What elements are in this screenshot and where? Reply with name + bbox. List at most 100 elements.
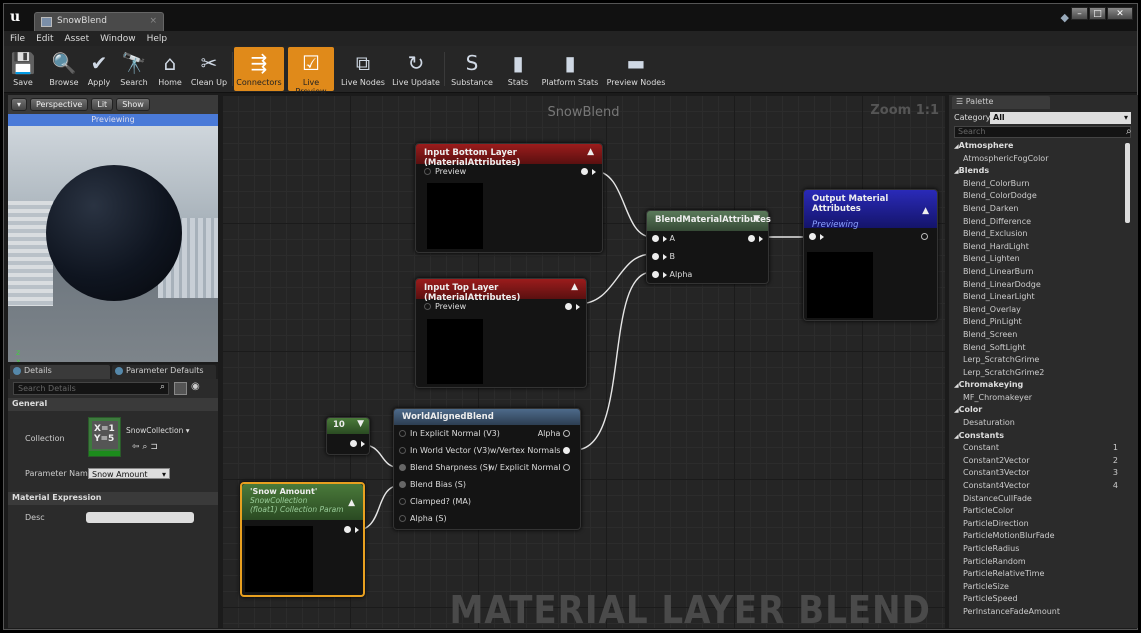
palette-item[interactable]: Blend_HardLight <box>954 241 1124 254</box>
source-control-icon[interactable]: ◆ <box>1061 11 1069 24</box>
output-pin[interactable] <box>748 234 763 243</box>
toolbar-connectors-button[interactable]: ⇶ Connectors <box>234 47 284 91</box>
toolbar-live-preview-button[interactable]: ☑ Live Preview <box>288 47 334 96</box>
desc-field[interactable] <box>86 512 194 523</box>
palette-item[interactable]: ParticleDirection <box>954 518 1124 531</box>
section-material-expression[interactable]: Material Expression <box>8 492 218 505</box>
palette-item[interactable]: Lerp_ScratchGrime2 <box>954 367 1124 380</box>
palette-item[interactable]: Blend_ColorDodge <box>954 190 1124 203</box>
perspective-button[interactable]: Perspective <box>30 98 89 111</box>
pin-in-explicit-normal[interactable]: In Explicit Normal (V3) <box>399 429 500 438</box>
palette-item[interactable]: Blend_Lighten <box>954 253 1124 266</box>
palette-item[interactable]: Blend_SoftLight <box>954 342 1124 355</box>
details-search-input[interactable]: Search Details <box>13 382 169 395</box>
palette-item[interactable]: PerInstanceFadeAmount <box>954 606 1124 619</box>
snow-amount-parameter-node[interactable]: 'Snow Amount' ▲ SnowCollection (float1) C… <box>240 482 365 597</box>
pin-blend-bias[interactable]: Blend Bias (S) <box>399 480 466 489</box>
unreal-logo-icon[interactable]: u <box>10 9 20 25</box>
palette-item[interactable]: Blend_Exclusion <box>954 228 1124 241</box>
toolbar-live-nodes-button[interactable]: ⧉ Live Nodes <box>340 47 386 91</box>
palette-category[interactable]: ◢Blends <box>954 165 1124 178</box>
input-top-layer-node[interactable]: Input Top Layer (MaterialAttributes) ▲ Pr… <box>415 278 587 388</box>
palette-category[interactable]: ◢Constants <box>954 430 1124 443</box>
palette-list[interactable]: ◢Atmosphere AtmosphericFogColor ◢Blends Ble… <box>954 140 1124 625</box>
collapse-arrow-icon[interactable]: ▲ <box>922 206 929 216</box>
section-general[interactable]: General <box>8 398 218 411</box>
palette-item[interactable]: Blend_Darken <box>954 203 1124 216</box>
collection-thumbnail[interactable]: X=1 Y=5 <box>88 417 121 457</box>
output-pin[interactable] <box>344 525 359 534</box>
world-aligned-blend-node[interactable]: WorldAlignedBlend In Explicit Normal (V3… <box>393 408 581 530</box>
blend-material-attributes-node[interactable]: BlendMaterialAttributes ▼ A B Alpha <box>646 210 771 284</box>
palette-item[interactable]: Blend_LinearLight <box>954 291 1124 304</box>
tab-palette[interactable]: ☰ Palette <box>952 96 1050 109</box>
palette-item[interactable]: Blend_LinearBurn <box>954 266 1124 279</box>
use-selected-icon[interactable]: ⇦ <box>132 442 140 452</box>
palette-item[interactable]: Constant4Vector 4 <box>954 480 1124 493</box>
palette-item[interactable]: Blend_Screen <box>954 329 1124 342</box>
pin-out-alpha[interactable]: Alpha <box>538 429 574 438</box>
show-button[interactable]: Show <box>116 98 150 111</box>
viewport-options-button[interactable]: ▾ <box>11 98 28 111</box>
palette-item[interactable]: AtmosphericFogColor <box>954 153 1124 166</box>
palette-item[interactable]: Desaturation <box>954 417 1124 430</box>
palette-category[interactable]: ◢Color <box>954 404 1124 417</box>
pin-alpha-s[interactable]: Alpha (S) <box>399 514 447 523</box>
palette-item[interactable]: ParticleSpeed <box>954 593 1124 606</box>
palette-item[interactable]: ParticleColor <box>954 505 1124 518</box>
preview-viewport[interactable]: zx ▾ Perspective Lit Show Previewing <box>8 95 218 362</box>
palette-item[interactable]: ParticleMotionBlurFade <box>954 530 1124 543</box>
maximize-button[interactable]: □ <box>1089 7 1106 20</box>
palette-category[interactable]: ◢Atmosphere <box>954 140 1124 153</box>
document-tab[interactable]: SnowBlend × <box>34 12 164 31</box>
menu-edit[interactable]: Edit <box>36 34 53 44</box>
palette-item[interactable]: ParticleRelativeTime <box>954 568 1124 581</box>
output-pin[interactable] <box>350 439 365 448</box>
preview-pin[interactable]: Preview <box>424 167 466 176</box>
palette-item[interactable]: ParticleRadius <box>954 543 1124 556</box>
search-icon[interactable]: ⌕ <box>160 382 172 395</box>
close-tab-icon[interactable]: × <box>149 16 157 26</box>
toolbar-browse-button[interactable]: 🔍 Browse <box>48 47 80 91</box>
toolbar-clean-up-button[interactable]: ✂ Clean Up <box>188 47 230 91</box>
menu-file[interactable]: File <box>10 34 25 44</box>
collapse-arrow-icon[interactable]: ▲ <box>587 147 594 157</box>
collapse-arrow-icon[interactable]: ▲ <box>571 282 578 292</box>
pin-b[interactable]: B <box>652 252 675 261</box>
palette-category[interactable]: ◢Chromakeying <box>954 379 1124 392</box>
menu-asset[interactable]: Asset <box>65 34 90 44</box>
tab-details[interactable]: Details <box>10 365 110 379</box>
search-icon[interactable]: ⌕ <box>1126 126 1132 137</box>
palette-item[interactable]: Blend_ColorBurn <box>954 178 1124 191</box>
pin-alpha[interactable]: Alpha <box>652 270 692 279</box>
palette-item[interactable]: Lerp_ScratchGrime <box>954 354 1124 367</box>
clear-icon[interactable]: ⊐ <box>150 442 158 452</box>
output-pin[interactable] <box>565 302 580 311</box>
palette-search-input[interactable]: Search <box>954 126 1131 138</box>
pin-out-vertex-normals[interactable]: w/Vertex Normals <box>490 446 574 455</box>
category-dropdown[interactable]: All ▾ <box>990 112 1131 124</box>
menu-help[interactable]: Help <box>147 34 168 44</box>
palette-item[interactable]: Constant3Vector 3 <box>954 467 1124 480</box>
palette-scrollbar[interactable] <box>1125 143 1130 223</box>
pin-clamped[interactable]: Clamped? (MA) <box>399 497 471 506</box>
palette-item[interactable]: ParticleSize <box>954 581 1124 594</box>
toolbar-platform-stats-button[interactable]: ▮ Platform Stats <box>540 47 600 91</box>
output-pin[interactable] <box>921 232 932 241</box>
pin-a[interactable]: A <box>652 234 675 243</box>
toolbar-home-button[interactable]: ⌂ Home <box>156 47 184 91</box>
input-bottom-layer-node[interactable]: Input Bottom Layer (MaterialAttributes) ▲… <box>415 143 603 253</box>
browse-icon[interactable]: ⌕ <box>142 442 147 452</box>
material-graph[interactable]: SnowBlend Zoom 1:1 MATERIAL LAYER BLEND … <box>222 95 945 628</box>
palette-item[interactable]: MF_Chromakeyer <box>954 392 1124 405</box>
toolbar-apply-button[interactable]: ✔ Apply <box>84 47 114 91</box>
output-material-attributes-node[interactable]: Output Material Attributes ▲ Previewing <box>803 189 938 321</box>
tab-parameter-defaults[interactable]: Parameter Defaults <box>112 365 216 379</box>
collapse-arrow-icon[interactable]: ▼ <box>357 419 364 429</box>
lit-button[interactable]: Lit <box>91 98 114 111</box>
toolbar-stats-button[interactable]: ▮ Stats <box>500 47 536 91</box>
palette-item[interactable]: Blend_LinearDodge <box>954 279 1124 292</box>
collapse-arrow-icon[interactable]: ▼ <box>753 214 760 224</box>
palette-item[interactable]: Constant 1 <box>954 442 1124 455</box>
toolbar-save-button[interactable]: 💾 Save <box>8 47 38 91</box>
